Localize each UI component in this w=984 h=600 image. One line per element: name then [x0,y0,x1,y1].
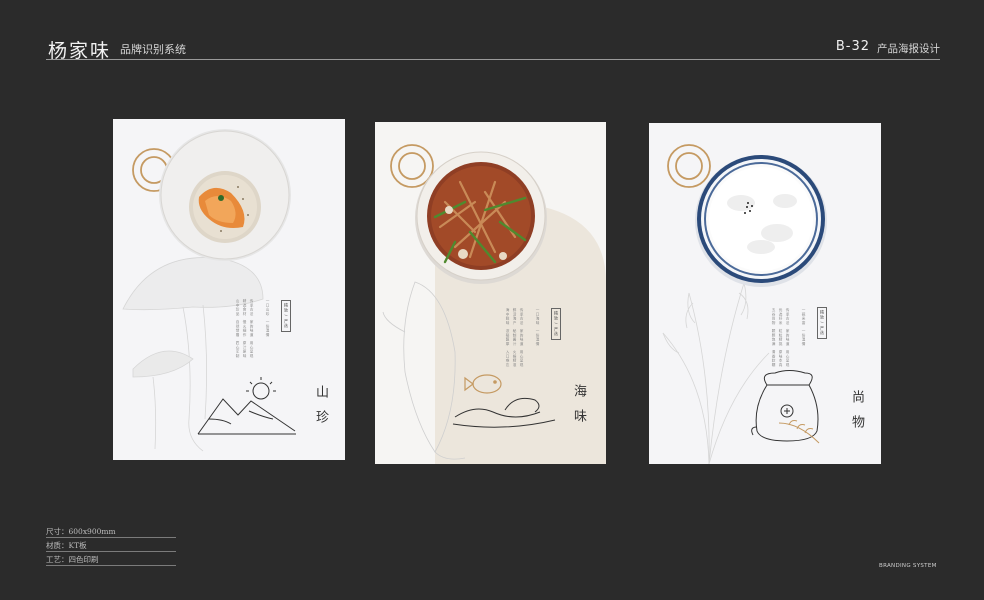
poster-tag: 精致 / 严选 [281,300,291,332]
poster-body-text: 传承古法 家的味道 用心呈现 [250,299,254,358]
brand-name: 杨家味 [48,40,112,62]
poster-body-text: 山中珍品 自然馈赠 匠心烹制 [236,299,240,358]
poster-shangwu: 五谷尚物 颗颗饱满 清香软糯 优选好米 粒粒精挑 原味本真 传承古法 家的味道 … [649,123,881,464]
spec-table: 尺寸：600x900mm 材质：KT板 工艺：四色印刷 [46,524,176,566]
poster-body-text: 一口山珍 一份温情 [266,299,270,337]
poster-tag: 精致 / 严选 [817,307,827,339]
page-header: 杨家味 品牌识别系统 B-32 产品海报设计 [46,32,940,62]
poster-title-top: 尚 [849,390,864,415]
poster-body-text: 海中鲜味 浓郁醇厚 入口难忘 [506,308,510,367]
poster-body-text: 一碗米香 一份温情 [802,308,806,346]
poster-body-text: 精选食材 慢火细作 原汁原味 [243,299,247,358]
poster-title: 山珍 [311,385,330,435]
poster-title-bottom: 珍 [313,410,328,435]
poster-title-top: 山 [313,385,328,410]
poster-shanzhen: 山中珍品 自然馈赠 匠心烹制 精选食材 慢火细作 原汁原味 传承古法 家的味道 … [113,119,345,460]
poster-body-text: 一口海味 一份温情 [536,308,540,346]
gold-ring-icon [667,144,711,188]
poster-body-text: 传承古法 家的味道 用心呈现 [520,308,524,367]
page-code-subtitle: 产品海报设计 [877,43,940,55]
page-code: B-32 [835,39,870,54]
branding-system-label: BRANDING SYSTEM [879,563,937,569]
poster-body-text: 传承古法 家的味道 用心呈现 [786,308,790,367]
poster-title-bottom: 味 [571,409,586,434]
spec-material: 材质：KT板 [46,538,176,552]
poster-title: 海味 [569,384,588,434]
poster-tag: 精致 / 严选 [551,308,561,340]
poster-title: 尚物 [847,390,866,440]
poster-body-text: 优选好米 粒粒精挑 原味本真 [779,308,783,367]
poster-title-bottom: 物 [849,415,864,440]
spec-size: 尺寸：600x900mm [46,524,176,538]
brand-subtitle: 品牌识别系统 [120,43,186,56]
poster-title-top: 海 [571,384,586,409]
poster-body-text: 鲜活海产 秘制酱汁 火候精准 [513,308,517,367]
spec-craft: 工艺：四色印刷 [46,552,176,566]
poster-haiwei: 海中鲜味 浓郁醇厚 入口难忘 鲜活海产 秘制酱汁 火候精准 传承古法 家的味道 … [375,122,606,464]
poster-body-text: 五谷尚物 颗颗饱满 清香软糯 [772,308,776,367]
